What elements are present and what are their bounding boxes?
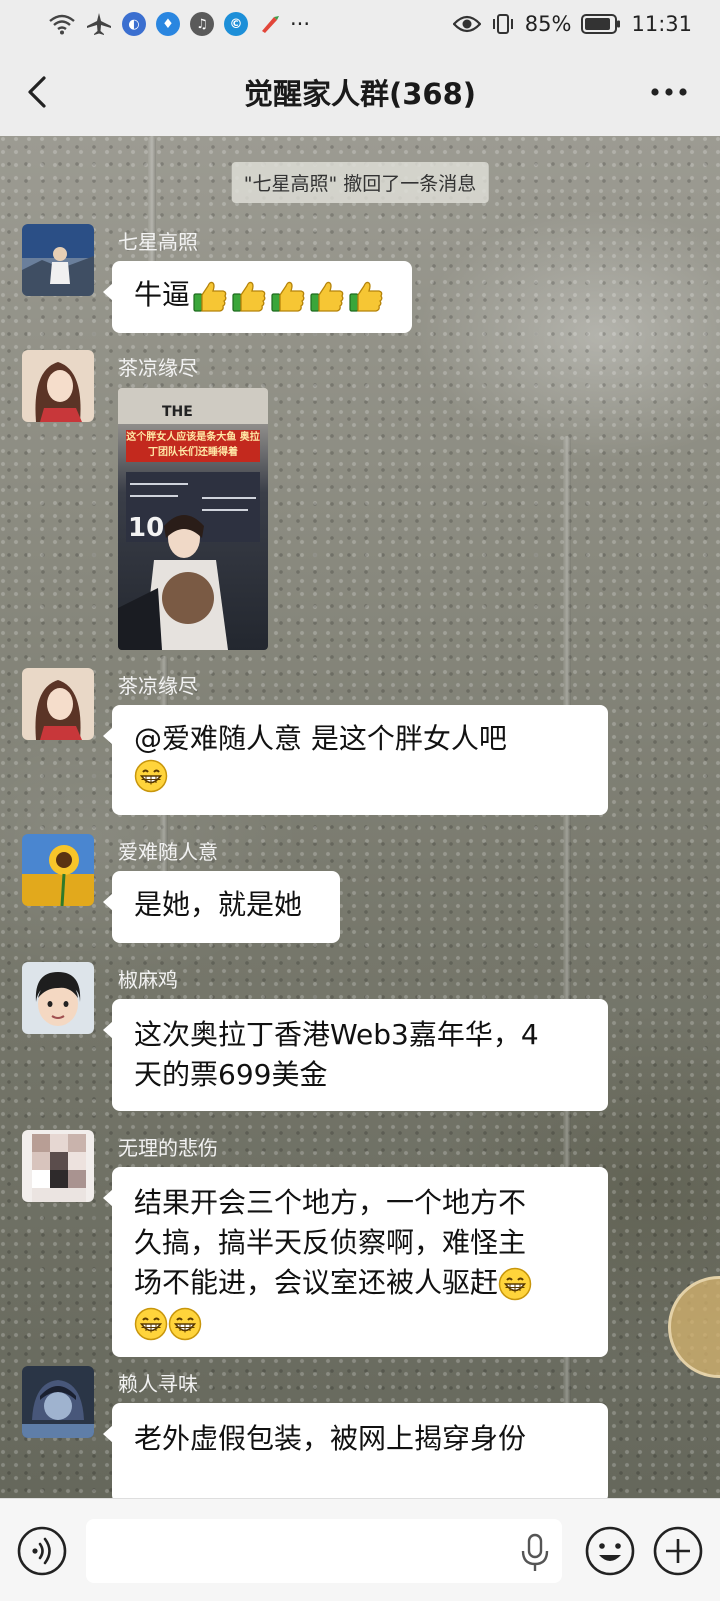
microphone-icon (521, 1533, 549, 1571)
recall-notice: "七星高照" 撤回了一条消息 (231, 162, 489, 203)
status-left-icons: ◐ ♦ ♫ © ··· (48, 12, 310, 36)
battery-icon (581, 13, 621, 35)
eye-comfort-icon (452, 14, 481, 34)
shared-image[interactable]: THE 10 这个胖女人应该是条大鱼 奥拉丁团队长们还睡得着 (118, 388, 268, 650)
back-button[interactable] (20, 70, 64, 114)
message-text: 牛逼 (134, 278, 191, 311)
sender-name: 赖人寻味 (118, 1372, 198, 1396)
message-text: @爱难随人意 是这个胖女人吧 (134, 722, 507, 755)
emoji-row (134, 1303, 586, 1343)
sender-name: 无理的悲伤 (118, 1136, 218, 1160)
message-bubble[interactable]: 这次奥拉丁香港Web3嘉年华，4 天的票699美金 (103, 999, 608, 1111)
message-text: 老外虚假包装，被网上揭穿身份 (134, 1422, 527, 1455)
message-text-line: 久搞，搞半天反侦察啊，难怪主 (134, 1226, 527, 1259)
chat-area[interactable]: "七星高照" 撤回了一条消息 七星高照 牛逼 茶凉缘尽 THE 10 这个胖女人… (0, 136, 720, 1498)
wifi-icon (48, 13, 76, 35)
avatar[interactable] (22, 1130, 94, 1202)
message-item: 七星高照 牛逼 (22, 224, 682, 344)
status-bar: ◐ ♦ ♫ © ··· 85% 11:31 (0, 0, 720, 48)
message-text-line: 天的票699美金 (134, 1058, 328, 1091)
message-item: 无理的悲伤 结果开会三个地方，一个地方不 久搞，搞半天反侦察啊，难怪主 场不能进… (22, 1130, 682, 1357)
message-item: 茶凉缘尽 @爱难随人意 是这个胖女人吧 (22, 668, 682, 818)
input-bar (0, 1498, 720, 1601)
more-dots-icon (651, 88, 687, 96)
image-caption: 这个胖女人应该是条大鱼 奥拉丁团队长们还睡得着 (126, 430, 260, 462)
sender-name: 茶凉缘尽 (118, 356, 198, 380)
thumbs-up-icon (230, 277, 268, 315)
voice-input-button[interactable] (16, 1525, 68, 1577)
microphone-button[interactable] (518, 1533, 552, 1573)
status-right-icons: 85% 11:31 (452, 12, 692, 36)
message-text-row: 场不能进，会议室还被人驱赶 (134, 1263, 586, 1303)
avatar[interactable] (22, 1366, 94, 1438)
message-input[interactable] (86, 1519, 562, 1583)
sender-name: 七星高照 (118, 230, 198, 254)
grin-emoji-icon (498, 1267, 532, 1301)
message-bubble[interactable]: 结果开会三个地方，一个地方不 久搞，搞半天反侦察啊，难怪主 场不能进，会议室还被… (103, 1167, 608, 1357)
app-icon-3: ♫ (190, 12, 214, 36)
more-button[interactable] (644, 70, 694, 114)
message-bubble[interactable]: @爱难随人意 是这个胖女人吧 (103, 705, 608, 815)
svg-text:10: 10 (128, 513, 164, 543)
message-item: 椒麻鸡 这次奥拉丁香港Web3嘉年华，4 天的票699美金 (22, 962, 682, 1112)
svg-text:THE: THE (162, 404, 193, 420)
thumbs-up-icon (308, 277, 346, 315)
avatar[interactable] (22, 962, 94, 1034)
message-item: 赖人寻味 老外虚假包装，被网上揭穿身份 (22, 1366, 682, 1498)
chat-header: 觉醒家人群(368) (0, 48, 720, 136)
thumbs-up-icon (191, 277, 229, 315)
sender-name: 椒麻鸡 (118, 968, 178, 992)
avatar[interactable] (22, 224, 94, 296)
thumbs-up-icon (269, 277, 307, 315)
message-bubble[interactable]: 老外虚假包装，被网上揭穿身份 (103, 1403, 608, 1498)
message-bubble[interactable]: 牛逼 (103, 261, 412, 333)
message-text-line: 结果开会三个地方，一个地方不 (134, 1186, 527, 1219)
message-item: 茶凉缘尽 THE 10 这个胖女人应该是条大鱼 奥拉丁团队长们还睡得着 (22, 350, 682, 660)
message-text-line: 场不能进，会议室还被人驱赶 (134, 1266, 499, 1299)
app-icon-4: © (224, 12, 248, 36)
message-text-line: 这次奥拉丁香港Web3嘉年华，4 (134, 1018, 539, 1051)
thumbs-up-icon (347, 277, 385, 315)
message-bubble[interactable]: 是她，就是她 (103, 871, 340, 943)
message-text: 是她，就是她 (134, 888, 303, 921)
plus-icon (653, 1526, 703, 1576)
sender-name: 茶凉缘尽 (118, 674, 198, 698)
avatar[interactable] (22, 668, 94, 740)
more-notifications: ··· (290, 12, 311, 36)
battery-percent: 85% (524, 12, 572, 36)
vibrate-icon (491, 12, 515, 36)
sender-name: 爱难随人意 (118, 840, 218, 864)
chat-title: 觉醒家人群(368) (243, 77, 477, 111)
clock: 11:31 (631, 12, 692, 36)
app-icon-2: ♦ (156, 12, 180, 36)
message-item: 爱难随人意 是她，就是她 (22, 834, 682, 944)
more-functions-button[interactable] (652, 1525, 704, 1577)
airplane-mode-icon (86, 12, 112, 36)
grin-emoji-icon (134, 1307, 168, 1341)
app-icon-5 (258, 13, 280, 35)
avatar[interactable] (22, 834, 94, 906)
avatar[interactable] (22, 350, 94, 422)
voice-input-icon (17, 1526, 67, 1576)
emoji-button[interactable] (584, 1525, 636, 1577)
grin-emoji-icon (168, 1307, 202, 1341)
grin-emoji-icon (134, 759, 168, 793)
app-icon-1: ◐ (122, 12, 146, 36)
chevron-left-icon (28, 76, 46, 108)
emoji-icon (585, 1526, 635, 1576)
